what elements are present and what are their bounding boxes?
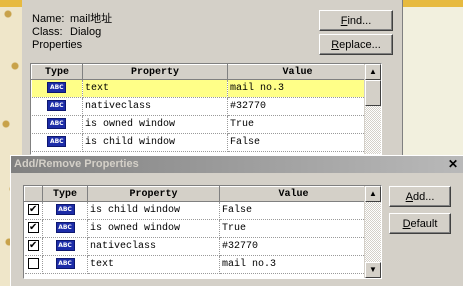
type-cell: ABC (31, 79, 83, 98)
abc-type-icon: ABC (55, 222, 75, 234)
class-value: Dialog (70, 26, 102, 38)
type-cell: ABC (42, 201, 88, 220)
type-cell: ABC (42, 237, 88, 256)
scroll-thumb[interactable] (365, 80, 381, 106)
table-row[interactable]: ABC is owned window True (31, 115, 368, 134)
column-header-property[interactable]: Property (87, 186, 220, 202)
abc-type-icon: ABC (47, 82, 67, 94)
properties-grid[interactable]: Type Property Value ABC text mail no.3 ABC n… (30, 63, 382, 155)
abc-type-icon: ABC (47, 100, 67, 112)
properties-window: Name: mail地址 Class: Dialog Properties Find… (22, 0, 403, 155)
table-row[interactable]: ✔ ABC nativeclass #32770 (24, 237, 368, 256)
type-cell: ABC (42, 255, 88, 274)
property-cell[interactable]: nativeclass (82, 97, 228, 116)
dialog-title: Add/Remove Properties (14, 158, 139, 170)
abc-type-icon: ABC (47, 136, 67, 148)
property-cell[interactable]: is child window (82, 133, 228, 152)
checkbox-checked[interactable]: ✔ (27, 240, 39, 252)
close-icon[interactable]: ✕ (445, 157, 461, 171)
value-cell[interactable]: mail no.3 (219, 255, 368, 274)
dialog-title-bar[interactable]: Add/Remove Properties ✕ (11, 156, 463, 173)
abc-type-icon: ABC (55, 240, 75, 252)
value-cell[interactable]: mail no.3 (227, 79, 368, 98)
dialog-properties-grid[interactable]: Type Property Value ✔ ABC is child window F… (23, 185, 382, 279)
type-cell: ABC (31, 115, 83, 134)
abc-type-icon: ABC (47, 118, 67, 130)
type-cell: ABC (31, 97, 83, 116)
checkbox-unchecked[interactable] (27, 258, 39, 270)
column-header-type[interactable]: Type (42, 186, 88, 202)
scroll-up-arrow-icon[interactable]: ▲ (365, 64, 381, 80)
add-remove-properties-dialog: Add/Remove Properties ✕ Type Property Va… (10, 155, 463, 286)
table-row[interactable]: ABC text mail no.3 (24, 255, 368, 274)
type-cell: ABC (42, 219, 88, 238)
property-cell[interactable]: text (87, 255, 220, 274)
table-row[interactable]: ABC is child window False (31, 133, 368, 152)
column-header-value[interactable]: Value (219, 186, 368, 202)
check-cell[interactable] (24, 255, 43, 274)
property-cell[interactable]: is owned window (87, 219, 220, 238)
dialog-scrollbar[interactable]: ▲ ▼ (364, 186, 381, 278)
property-cell[interactable]: is child window (87, 201, 220, 220)
table-row[interactable]: ABC text mail no.3 (31, 79, 368, 98)
column-header-check[interactable] (24, 186, 43, 202)
table-row[interactable]: ✔ ABC is child window False (24, 201, 368, 220)
class-label: Class: (32, 26, 63, 38)
scroll-down-arrow-icon[interactable]: ▼ (365, 262, 381, 278)
column-header-type[interactable]: Type (31, 64, 83, 80)
abc-type-icon: ABC (55, 258, 75, 270)
properties-label: Properties (32, 39, 83, 51)
properties-scrollbar[interactable]: ▲ (364, 64, 381, 154)
value-cell[interactable]: False (227, 133, 368, 152)
default-button[interactable]: Default (389, 213, 451, 234)
property-cell[interactable]: is owned window (82, 115, 228, 134)
checkbox-checked[interactable]: ✔ (27, 222, 39, 234)
checkbox-checked[interactable]: ✔ (27, 204, 39, 216)
table-row[interactable]: ✔ ABC is owned window True (24, 219, 368, 238)
check-cell[interactable]: ✔ (24, 237, 43, 256)
scroll-up-arrow-icon[interactable]: ▲ (365, 186, 381, 202)
value-cell[interactable]: True (227, 115, 368, 134)
column-header-value[interactable]: Value (227, 64, 368, 80)
value-cell[interactable]: #32770 (227, 97, 368, 116)
column-header-property[interactable]: Property (82, 64, 228, 80)
object-info: Name: mail地址 Class: Dialog Properties (32, 13, 112, 52)
value-cell[interactable]: True (219, 219, 368, 238)
value-cell[interactable]: False (219, 201, 368, 220)
abc-type-icon: ABC (55, 204, 75, 216)
replace-button[interactable]: Replace... (319, 34, 393, 55)
value-cell[interactable]: #32770 (219, 237, 368, 256)
property-cell[interactable]: nativeclass (87, 237, 220, 256)
name-label: Name: (32, 13, 65, 25)
add-button[interactable]: Add... (389, 186, 451, 207)
name-value: mail地址 (70, 13, 113, 25)
property-cell[interactable]: text (82, 79, 228, 98)
table-row[interactable]: ABC nativeclass #32770 (31, 97, 368, 116)
check-cell[interactable]: ✔ (24, 201, 43, 220)
find-button[interactable]: Find... (319, 10, 393, 31)
type-cell: ABC (31, 133, 83, 152)
check-cell[interactable]: ✔ (24, 219, 43, 238)
